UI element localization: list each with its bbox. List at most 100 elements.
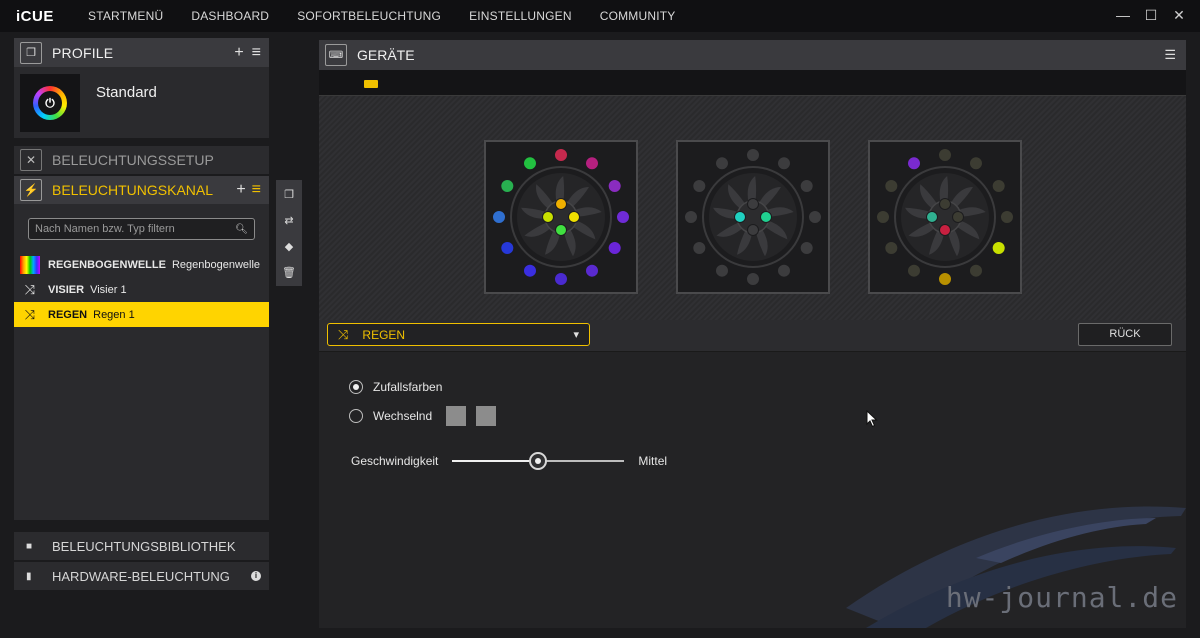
app-brand: iCUE	[16, 7, 54, 25]
profiles-icon: ❐	[20, 41, 42, 64]
fan-led-inner	[747, 198, 759, 210]
mouse-cursor-icon	[866, 410, 878, 428]
fan-led	[938, 148, 952, 162]
minimize-button[interactable]: —	[1116, 6, 1130, 24]
fan-led-inner	[542, 211, 554, 223]
fan-led	[884, 179, 899, 193]
rainbow-swatch-icon	[20, 255, 40, 274]
devices-menu-button[interactable]: ☰	[1164, 47, 1176, 63]
lighting-channel-header[interactable]: ⚡ BELEUCHTUNGSKANAL + ≡	[14, 176, 269, 204]
maximize-button[interactable]: ☐	[1144, 6, 1158, 24]
hardware-lighting-title: HARDWARE-BELEUCHTUNG	[52, 568, 230, 584]
nav-einstellungen[interactable]: EINSTELLUNGEN	[469, 9, 572, 23]
nav-sofortbeleuchtung[interactable]: SOFORTBELEUCHTUNG	[297, 9, 441, 23]
close-button[interactable]: ✕	[1172, 6, 1186, 24]
fan-2[interactable]	[676, 140, 830, 294]
speed-value-label: Mittel	[638, 454, 668, 468]
fan-led	[692, 179, 707, 193]
lighting-library-row[interactable]: ■ BELEUCHTUNGSBIBLIOTHEK	[14, 532, 269, 560]
fan-led	[523, 156, 537, 171]
radio-random[interactable]	[349, 380, 363, 394]
hardware-lighting-row[interactable]: ▮ HARDWARE-BELEUCHTUNG i	[14, 562, 269, 590]
add-profile-button[interactable]: +	[234, 44, 243, 62]
effect-item-visier[interactable]: ⤨ VISIER Visier 1	[14, 277, 269, 302]
profile-logo: ⏻	[20, 74, 80, 132]
shuffle-icon: ⤨	[24, 306, 36, 322]
fan-2-graphic	[684, 148, 822, 286]
fan-led	[938, 272, 952, 286]
fan-led	[884, 241, 899, 255]
lighting-channel-title: BELEUCHTUNGSKANAL	[52, 182, 214, 198]
color-swatch-2[interactable]	[476, 406, 497, 426]
shuffle-icon: ⤨	[338, 326, 349, 342]
icue-logo-icon: ⏻	[33, 86, 67, 120]
fan-led	[607, 241, 622, 255]
option-alternating-row[interactable]: Wechselnd	[349, 406, 497, 426]
fan-led	[554, 148, 568, 162]
speed-slider[interactable]	[452, 452, 625, 470]
effect-settings: Zufallsfarben Wechselnd Geschwindigkeit …	[319, 352, 1186, 628]
option-alternating-label: Wechselnd	[373, 409, 433, 423]
effect-desc: Regenbogenwelle	[171, 258, 261, 271]
effect-list: REGENBOGENWELLE Regenbogenwelle ⤨ VISIER…	[14, 252, 269, 327]
fan-led-inner	[555, 198, 567, 210]
fan-led	[969, 263, 983, 278]
fan-led	[991, 179, 1006, 193]
fan-led	[715, 263, 729, 278]
folder-icon: ■	[26, 540, 33, 552]
lighting-setup-row[interactable]: ✕ BELEUCHTUNGSSETUP	[14, 146, 269, 174]
effect-item-regen[interactable]: ⤨ REGEN Regen 1	[14, 302, 269, 327]
profile-menu-button[interactable]: ≡	[252, 44, 261, 62]
lighting-library-title: BELEUCHTUNGSBIBLIOTHEK	[52, 538, 236, 554]
fan-led-inner	[734, 211, 746, 223]
effect-search[interactable]: 🔍︎	[28, 218, 255, 240]
fan-led	[777, 156, 791, 171]
lighting-setup-title: BELEUCHTUNGSSETUP	[52, 152, 214, 168]
option-random-row[interactable]: Zufallsfarben	[349, 380, 442, 394]
color-swatch-1[interactable]	[446, 406, 467, 426]
layer-icon[interactable]: ◆	[280, 236, 298, 258]
effect-item-regenbogenwelle[interactable]: REGENBOGENWELLE Regenbogenwelle	[14, 252, 269, 277]
info-icon[interactable]: i	[251, 571, 261, 581]
device-strip	[319, 70, 1186, 96]
fan-led	[715, 156, 729, 171]
profile-header: ❐ PROFILE + ≡	[14, 38, 269, 68]
channel-menu-button[interactable]: ≡	[252, 181, 261, 199]
fan-led-inner	[952, 211, 964, 223]
radio-alternating[interactable]	[349, 409, 363, 423]
keyboard-icon: ⌨	[325, 44, 347, 66]
fan-led	[554, 272, 568, 286]
fan-led	[746, 148, 760, 162]
lightning-icon: ⚡	[20, 179, 42, 201]
option-random-label: Zufallsfarben	[373, 380, 443, 394]
fan-led	[616, 210, 630, 224]
fan-led	[969, 156, 983, 171]
fan-1[interactable]	[484, 140, 638, 294]
selected-effect-label: REGEN	[362, 327, 406, 342]
effect-type-select[interactable]: ⤨ REGEN ▾	[327, 323, 590, 346]
slider-thumb[interactable]	[529, 452, 548, 470]
document-icon: ▮	[26, 570, 32, 582]
effect-search-input[interactable]	[35, 223, 236, 235]
swap-icon[interactable]: ⇄	[280, 210, 298, 232]
fan-led	[500, 241, 515, 255]
top-nav-bar: iCUE STARTMENÜ DASHBOARD SOFORTBELEUCHTU…	[0, 0, 1200, 32]
nav-dashboard[interactable]: DASHBOARD	[191, 9, 269, 23]
fan-3[interactable]	[868, 140, 1022, 294]
copy-icon[interactable]: ❐	[280, 184, 298, 206]
fan-led	[746, 272, 760, 286]
fan-led	[777, 263, 791, 278]
effect-name: VISIER	[48, 283, 85, 296]
trash-icon[interactable]: 🗑︎	[280, 262, 298, 284]
effect-bar: ⤨ REGEN ▾ RÜCK	[319, 320, 1186, 352]
fan-led	[799, 179, 814, 193]
profile-card[interactable]: ⏻ Standard	[14, 68, 269, 138]
effect-name: REGENBOGENWELLE	[48, 258, 166, 271]
effect-desc: Visier 1	[90, 283, 127, 296]
effect-name: REGEN	[48, 308, 88, 321]
nav-startmenu[interactable]: STARTMENÜ	[88, 9, 163, 23]
device-thumbnail[interactable]	[364, 80, 378, 88]
back-button[interactable]: RÜCK	[1078, 323, 1172, 346]
nav-community[interactable]: COMMUNITY	[600, 9, 676, 23]
add-effect-button[interactable]: +	[236, 181, 245, 199]
